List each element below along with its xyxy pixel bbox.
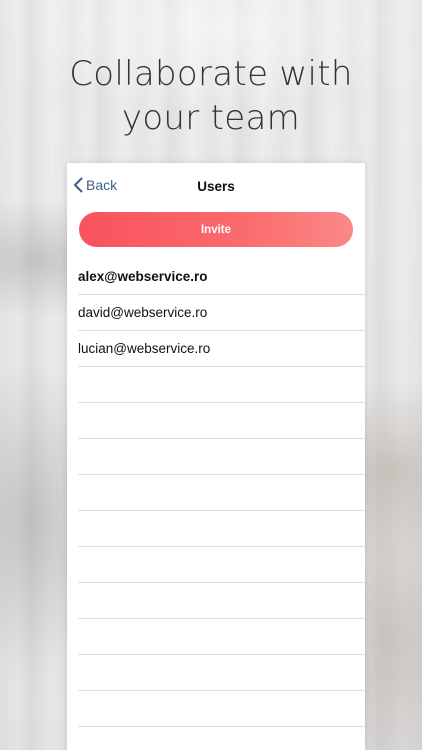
empty-list-row xyxy=(78,691,365,727)
empty-list-row xyxy=(78,367,365,403)
users-screen: Back Users Invite alex@webservice.ro davi… xyxy=(67,163,365,750)
empty-list-row xyxy=(78,547,365,583)
empty-list-row xyxy=(78,403,365,439)
headline-line-2: your team xyxy=(121,98,301,138)
invite-button[interactable]: Invite xyxy=(79,212,353,247)
user-email: lucian@webservice.ro xyxy=(78,341,211,356)
page-headline: Collaborate with your team xyxy=(0,52,422,140)
headline-line-1: Collaborate with xyxy=(69,54,353,94)
user-row[interactable]: alex@webservice.ro xyxy=(78,259,365,295)
navigation-bar: Back Users xyxy=(67,163,365,211)
empty-list-row xyxy=(78,583,365,619)
user-email: alex@webservice.ro xyxy=(78,269,208,284)
user-list: alex@webservice.ro david@webservice.ro luc… xyxy=(78,259,365,750)
empty-list-row xyxy=(78,727,365,750)
empty-list-row xyxy=(78,511,365,547)
empty-list-row xyxy=(78,619,365,655)
empty-list-row xyxy=(78,439,365,475)
user-row[interactable]: lucian@webservice.ro xyxy=(78,331,365,367)
user-email: david@webservice.ro xyxy=(78,305,208,320)
empty-list-row xyxy=(78,475,365,511)
user-row[interactable]: david@webservice.ro xyxy=(78,295,365,331)
empty-list-row xyxy=(78,655,365,691)
page-title: Users xyxy=(197,179,235,194)
